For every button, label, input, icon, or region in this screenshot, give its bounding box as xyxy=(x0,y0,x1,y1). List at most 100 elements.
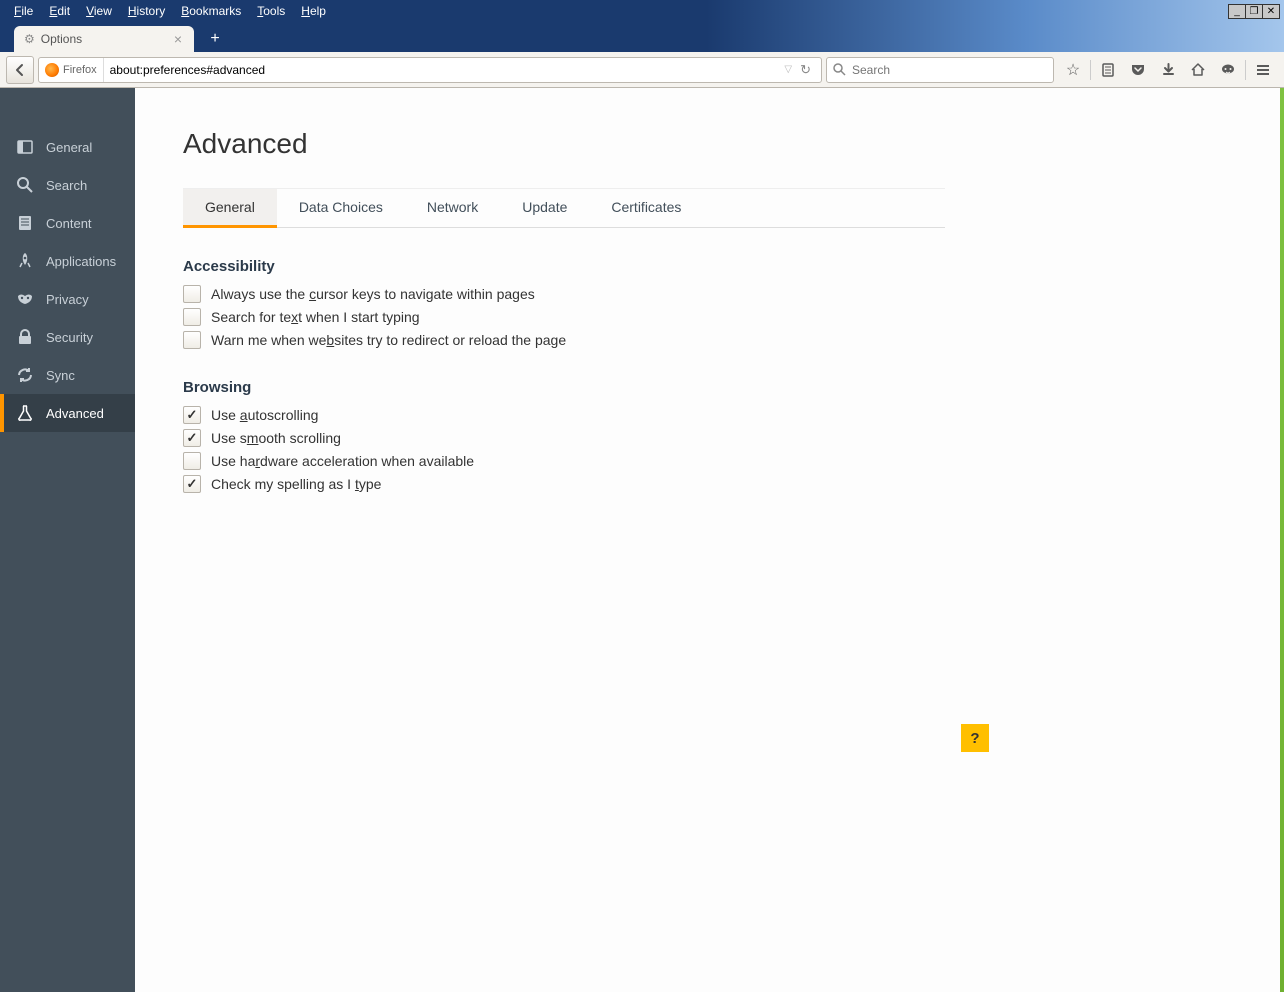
checkbox-label[interactable]: Always use the cursor keys to navigate w… xyxy=(211,286,535,302)
search-box[interactable] xyxy=(826,57,1054,83)
menu-file[interactable]: File xyxy=(6,2,41,20)
mask-icon xyxy=(16,290,34,308)
titlebar: FileEditViewHistoryBookmarksToolsHelp _ … xyxy=(0,0,1284,22)
checkbox[interactable] xyxy=(183,331,201,349)
browser-tab-options[interactable]: ⚙ Options × xyxy=(14,26,194,52)
subtab-update[interactable]: Update xyxy=(500,189,589,227)
section-heading: Browsing xyxy=(183,379,945,396)
url-input[interactable] xyxy=(104,58,779,82)
checkbox-label[interactable]: Search for text when I start typing xyxy=(211,309,420,325)
sync-icon xyxy=(16,366,34,384)
identity-box[interactable]: Firefox xyxy=(39,58,104,82)
url-bar[interactable]: Firefox ▽ ↻ xyxy=(38,57,822,83)
menu-bookmarks[interactable]: Bookmarks xyxy=(173,2,249,20)
checkbox[interactable] xyxy=(183,475,201,493)
menu-view[interactable]: View xyxy=(78,2,120,20)
library-button[interactable] xyxy=(1093,56,1123,84)
menubar: FileEditViewHistoryBookmarksToolsHelp xyxy=(6,2,334,20)
nav-toolbar: Firefox ▽ ↻ ☆ xyxy=(0,52,1284,88)
checkbox-row: Warn me when websites try to redirect or… xyxy=(183,331,945,349)
chat-button[interactable] xyxy=(1213,56,1243,84)
url-bar-icons: ▽ ↻ xyxy=(778,62,817,78)
subtab-bar: GeneralData ChoicesNetworkUpdateCertific… xyxy=(183,188,945,228)
pocket-button[interactable] xyxy=(1123,56,1153,84)
subtab-general[interactable]: General xyxy=(183,189,277,228)
tab-close-button[interactable]: × xyxy=(170,31,186,47)
search-input[interactable] xyxy=(850,62,1047,78)
downloads-button[interactable] xyxy=(1153,56,1183,84)
subtab-certificates[interactable]: Certificates xyxy=(589,189,703,227)
desktop-edge xyxy=(1280,88,1284,992)
sidebar-item-general[interactable]: General xyxy=(0,128,135,166)
back-arrow-icon xyxy=(13,63,27,77)
sidebar-item-search[interactable]: Search xyxy=(0,166,135,204)
sidebar-item-advanced[interactable]: Advanced xyxy=(0,394,135,432)
checkbox-label[interactable]: Warn me when websites try to redirect or… xyxy=(211,332,566,348)
separator xyxy=(1245,60,1246,80)
help-button[interactable]: ? xyxy=(961,724,989,752)
lock-icon xyxy=(16,328,34,346)
menu-button[interactable] xyxy=(1248,56,1278,84)
sidebar-item-label: Security xyxy=(46,330,93,345)
sidebar-item-content[interactable]: Content xyxy=(0,204,135,242)
sidebar-item-label: Search xyxy=(46,178,87,193)
bookmark-star-button[interactable]: ☆ xyxy=(1058,56,1088,84)
maximize-button[interactable]: ❐ xyxy=(1245,4,1263,19)
menu-history[interactable]: History xyxy=(120,2,173,20)
checkbox-label[interactable]: Use smooth scrolling xyxy=(211,430,341,446)
sidebar-item-label: General xyxy=(46,140,92,155)
sidebar-item-applications[interactable]: Applications xyxy=(0,242,135,280)
checkbox-row: Check my spelling as I type xyxy=(183,475,945,493)
subtab-network[interactable]: Network xyxy=(405,189,500,227)
search-icon xyxy=(16,176,34,194)
checkbox-label[interactable]: Use autoscrolling xyxy=(211,407,318,423)
separator xyxy=(1090,60,1091,80)
checkbox-label[interactable]: Use hardware acceleration when available xyxy=(211,453,474,469)
page-title: Advanced xyxy=(183,128,945,160)
checkbox[interactable] xyxy=(183,452,201,470)
checkbox-row: Use hardware acceleration when available xyxy=(183,452,945,470)
tab-title: Options xyxy=(41,32,82,46)
gear-icon: ⚙ xyxy=(24,32,35,46)
checkbox[interactable] xyxy=(183,285,201,303)
checkbox-row: Use autoscrolling xyxy=(183,406,945,424)
checkbox[interactable] xyxy=(183,308,201,326)
preferences-sidebar: General Search Content Applications Privacy S… xyxy=(0,88,135,992)
section-browsing: Browsing Use autoscrolling Use smooth scr… xyxy=(183,379,945,493)
sidebar-item-label: Content xyxy=(46,216,92,231)
sidebar-item-label: Applications xyxy=(46,254,116,269)
section-heading: Accessibility xyxy=(183,258,945,275)
tab-strip: ⚙ Options × + xyxy=(0,22,1284,52)
rocket-icon xyxy=(16,252,34,270)
new-tab-button[interactable]: + xyxy=(202,28,228,50)
flask-icon xyxy=(16,404,34,422)
close-window-button[interactable]: ✕ xyxy=(1262,4,1280,19)
subtab-data-choices[interactable]: Data Choices xyxy=(277,189,405,227)
dropdown-icon[interactable]: ▽ xyxy=(784,64,792,75)
window-controls: _ ❐ ✕ xyxy=(1229,4,1280,19)
firefox-icon xyxy=(45,63,59,77)
sidebar-item-label: Sync xyxy=(46,368,75,383)
checkbox-row: Always use the cursor keys to navigate w… xyxy=(183,285,945,303)
back-button[interactable] xyxy=(6,56,34,84)
menu-tools[interactable]: Tools xyxy=(249,2,293,20)
checkbox-row: Use smooth scrolling xyxy=(183,429,945,447)
minimize-button[interactable]: _ xyxy=(1228,4,1246,19)
menu-help[interactable]: Help xyxy=(293,2,334,20)
checkbox[interactable] xyxy=(183,406,201,424)
home-button[interactable] xyxy=(1183,56,1213,84)
checkbox-row: Search for text when I start typing xyxy=(183,308,945,326)
search-icon xyxy=(833,63,846,76)
body: General Search Content Applications Privacy S… xyxy=(0,88,1284,992)
reload-button[interactable]: ↻ xyxy=(800,62,811,78)
section-accessibility: Accessibility Always use the cursor keys… xyxy=(183,258,945,349)
menu-edit[interactable]: Edit xyxy=(41,2,78,20)
checkbox[interactable] xyxy=(183,429,201,447)
sidebar-item-label: Advanced xyxy=(46,406,104,421)
sidebar-item-privacy[interactable]: Privacy xyxy=(0,280,135,318)
sidebar-item-sync[interactable]: Sync xyxy=(0,356,135,394)
sidebar-item-security[interactable]: Security xyxy=(0,318,135,356)
checkbox-label[interactable]: Check my spelling as I type xyxy=(211,476,381,492)
panel-icon xyxy=(16,138,34,156)
toolbar-icon-group: ☆ xyxy=(1058,56,1278,84)
